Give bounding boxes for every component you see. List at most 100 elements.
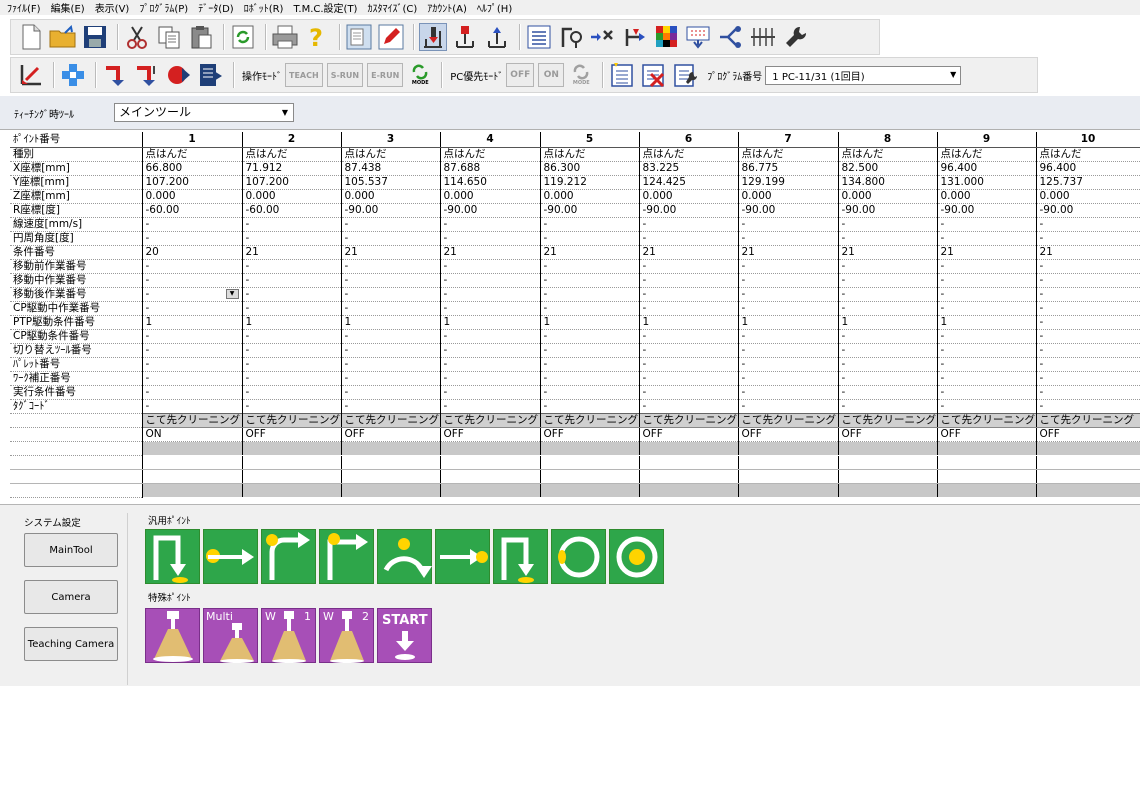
grid-cell[interactable]: - [341, 371, 441, 386]
grid-cell[interactable]: - [341, 301, 441, 316]
grid-cell[interactable]: - [937, 273, 1037, 288]
special-point-start-icon[interactable]: START [377, 608, 432, 663]
grid-cell[interactable]: - [142, 343, 243, 358]
point-type-corner-icon[interactable] [319, 529, 374, 584]
grid-cell[interactable] [540, 483, 640, 498]
column-header-point[interactable]: 8 [838, 132, 938, 148]
grid-cell[interactable]: - [142, 357, 243, 372]
grid-cell[interactable]: - [838, 301, 938, 316]
grid-cell[interactable]: - [838, 399, 938, 414]
tip-cleaning-button[interactable]: こて先クリーニング [142, 412, 243, 428]
grid-cell[interactable]: - [738, 287, 839, 302]
grid-cell[interactable]: - [838, 217, 938, 232]
grid-cell[interactable]: 1 [937, 315, 1037, 330]
document-arrow-icon[interactable] [197, 61, 225, 89]
grid-cell[interactable]: - [540, 273, 640, 288]
grid-cell[interactable]: - [440, 385, 541, 400]
grid-cell[interactable] [440, 483, 541, 498]
grid-cell[interactable]: - [937, 217, 1037, 232]
column-header-point[interactable]: 5 [540, 132, 640, 148]
grid-cell[interactable] [1036, 483, 1140, 498]
column-header-point[interactable]: 1 [142, 132, 243, 148]
grid-cell[interactable] [341, 469, 441, 484]
grid-cell[interactable]: 0.000 [639, 189, 739, 204]
special-point-w2-icon[interactable]: W 2 [319, 608, 374, 663]
grid-cell[interactable] [838, 483, 938, 498]
grid-cell[interactable] [738, 441, 839, 456]
list-view-icon[interactable] [525, 23, 553, 51]
grid-cell[interactable]: - [440, 287, 541, 302]
grid-cell[interactable] [341, 483, 441, 498]
grid-cell[interactable]: 86.775 [738, 161, 839, 176]
grid-cell[interactable]: - [341, 329, 441, 344]
grid-cell[interactable]: - [838, 287, 938, 302]
grid-cell[interactable]: 0.000 [838, 189, 938, 204]
grid-cell[interactable]: - [242, 273, 342, 288]
refresh-icon[interactable] [229, 23, 257, 51]
grid-cell[interactable]: - [639, 371, 739, 386]
grid-cell[interactable]: - [1036, 217, 1140, 232]
color-palette-icon[interactable] [653, 23, 681, 51]
grid-cell[interactable]: - [738, 371, 839, 386]
grid-cell[interactable]: - [1036, 301, 1140, 316]
program-settings-icon[interactable] [557, 23, 585, 51]
delete-list-icon[interactable] [640, 61, 668, 89]
point-type-corner-end-icon[interactable] [493, 529, 548, 584]
grid-cell[interactable] [639, 469, 739, 484]
grid-cell[interactable]: - [242, 343, 342, 358]
grid-cell[interactable]: - [242, 231, 342, 246]
point-type-linear-icon[interactable] [203, 529, 258, 584]
grid-cell[interactable]: - [738, 273, 839, 288]
grid-cell[interactable]: - ▼ [142, 287, 243, 302]
main-tool-button[interactable]: MainTool [24, 533, 118, 567]
grid-cell[interactable]: - [341, 231, 441, 246]
grid-cell[interactable]: - [639, 329, 739, 344]
grid-cell[interactable]: - [242, 287, 342, 302]
print-icon[interactable] [271, 23, 299, 51]
grid-cell[interactable]: -90.00 [639, 203, 739, 218]
grid-cell[interactable]: 96.400 [1036, 161, 1140, 176]
grid-cell[interactable]: - [838, 231, 938, 246]
cleaning-state-cell[interactable]: OFF [242, 427, 342, 442]
point-type-circle-center-icon[interactable] [609, 529, 664, 584]
menu-item[interactable]: ﾌﾟﾛｸﾞﾗﾑ(P) [134, 0, 193, 15]
grid-cell[interactable]: - [142, 385, 243, 400]
grid-cell[interactable]: 1 [639, 315, 739, 330]
grid-cell[interactable]: 1 [440, 315, 541, 330]
grid-cell[interactable]: - [540, 217, 640, 232]
list-settings-icon[interactable] [672, 61, 700, 89]
menu-item[interactable]: ｱｶｳﾝﾄ(A) [422, 0, 472, 15]
grid-cell[interactable]: 124.425 [639, 175, 739, 190]
grid-cell[interactable]: 点はんだ [242, 147, 342, 162]
grid-cell[interactable]: - [341, 357, 441, 372]
grid-cell[interactable]: 1 [540, 315, 640, 330]
grid-cell[interactable]: - [1036, 315, 1140, 330]
grid-cell[interactable]: - [639, 217, 739, 232]
grid-cell[interactable]: - [440, 301, 541, 316]
grid-cell[interactable]: - [540, 329, 640, 344]
grid-cell[interactable]: 点はんだ [1036, 147, 1140, 162]
grid-cell[interactable]: -90.00 [738, 203, 839, 218]
grid-cell[interactable]: 20 [142, 245, 243, 260]
menu-item[interactable]: ﾛﾎﾞｯﾄ(R) [239, 0, 289, 15]
grid-cell[interactable]: 131.000 [937, 175, 1037, 190]
copy-icon[interactable] [155, 23, 183, 51]
grid-cell[interactable]: -90.00 [440, 203, 541, 218]
point-type-linear-end-icon[interactable] [435, 529, 490, 584]
grid-cell[interactable]: - [242, 399, 342, 414]
grid-cell[interactable]: - [242, 259, 342, 274]
grid-cell[interactable]: 21 [540, 245, 640, 260]
column-header-point[interactable]: 2 [242, 132, 342, 148]
grid-cell[interactable]: - [440, 231, 541, 246]
grid-cell[interactable]: 1 [738, 315, 839, 330]
tip-cleaning-button[interactable]: こて先クリーニング [242, 412, 342, 428]
new-list-icon[interactable] [608, 61, 636, 89]
tip-cleaning-button[interactable]: こて先クリーニング [540, 412, 640, 428]
grid-cell[interactable]: - [937, 231, 1037, 246]
grid-cell[interactable]: - [838, 357, 938, 372]
grid-cell[interactable]: 0.000 [540, 189, 640, 204]
tool-exchange-icon[interactable] [589, 23, 617, 51]
grid-cell[interactable]: 0.000 [341, 189, 441, 204]
column-header-point[interactable]: 4 [440, 132, 541, 148]
grid-cell[interactable]: - [341, 343, 441, 358]
